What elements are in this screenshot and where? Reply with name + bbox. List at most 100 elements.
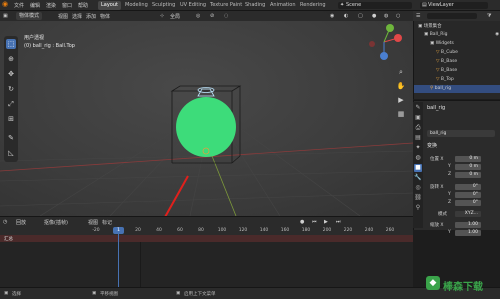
summary-track[interactable]: 汇总 (0, 235, 413, 242)
rotation-x-field[interactable]: 0° (455, 184, 481, 190)
menu-object[interactable]: 物体 (100, 13, 110, 20)
timeline-tick-label: 120 (238, 228, 248, 233)
object-name-text: ball_rig (430, 131, 447, 136)
view-layer-tab-icon[interactable]: ▤ (414, 134, 422, 142)
current-frame-indicator[interactable]: 1 (113, 227, 124, 234)
overlay-icon[interactable]: ◐ (344, 13, 348, 19)
timeline-tick-label: -20 (92, 228, 100, 233)
proportional-edit-icon[interactable]: ◌ (224, 13, 228, 19)
data-tab-icon[interactable]: ⚲ (414, 204, 422, 212)
zoom-icon[interactable]: ⌕ (395, 66, 407, 78)
pan-icon[interactable]: ✋ (395, 80, 407, 92)
move-icon[interactable]: ✥ (6, 69, 16, 79)
timeline-body[interactable]: 汇总 (0, 235, 413, 287)
snap-icon[interactable]: ⊘ (210, 13, 214, 19)
properties-tabs: ✎ ▣ ⎙ ▤ ✦ ◍ ■ 🔧 ◎ ⛓ ⚲ (413, 102, 423, 228)
outliner-row-widgets[interactable]: ▣ Widgets ◉ ▪ (414, 40, 500, 48)
orientation-icon[interactable]: ⊹ (160, 13, 164, 19)
timeline-tick-label: 260 (385, 228, 395, 233)
menu-timeline-view[interactable]: 视图 (88, 219, 98, 226)
editor-type-icon[interactable]: ▣ (3, 13, 8, 19)
scale-y-label: Y (448, 230, 451, 235)
visibility-eye-icon[interactable]: ◉ (495, 31, 499, 39)
mode-selector[interactable]: 物体模式 (16, 12, 43, 20)
outliner-row-b-cube[interactable]: ▽ B_Cube ◉ ▪ (414, 49, 500, 57)
scale-y-field[interactable]: 1.00 (455, 230, 481, 236)
location-x-label: 位置 X (430, 157, 444, 162)
rotate-icon[interactable]: ↻ (6, 84, 16, 94)
shading-material-icon[interactable]: ◍ (384, 13, 388, 19)
outliner-editor-icon[interactable]: ☰ (416, 13, 420, 19)
rotation-mode-select[interactable]: XYZ... (455, 211, 481, 217)
playhead-line[interactable] (118, 227, 119, 287)
view-layer-selector[interactable]: ▤ ViewLayer (420, 2, 488, 9)
scene-tab-icon[interactable]: ✦ (414, 144, 422, 152)
perspective-toggle-icon[interactable]: ▦ (395, 108, 407, 120)
rotation-y-label: Y (448, 192, 451, 197)
location-x-field[interactable]: 0 m (455, 156, 481, 162)
camera-view-icon[interactable]: ▶ (395, 94, 407, 106)
rotation-y-field[interactable]: 0° (455, 192, 481, 198)
pivot-icon[interactable]: ◎ (196, 13, 200, 19)
menu-playback[interactable]: 回放 (16, 219, 26, 226)
play-icon[interactable]: ▶ (324, 219, 328, 225)
timeline-tick-label: 180 (301, 228, 311, 233)
object-name-field[interactable]: ball_rig (427, 130, 495, 137)
shading-solid-icon[interactable]: ● (372, 13, 376, 19)
outliner-header: ☰ ⧩ (413, 11, 500, 21)
tool-tab-icon[interactable]: ✎ (414, 104, 422, 112)
menu-view[interactable]: 视图 (58, 13, 68, 20)
annotate-icon[interactable]: ✎ (6, 133, 16, 143)
menu-marker[interactable]: 标记 (102, 219, 112, 226)
jump-start-icon[interactable]: ⏮ (312, 219, 317, 225)
visibility-icon[interactable]: ◉ (330, 13, 334, 19)
shading-render-icon[interactable]: ○ (396, 13, 400, 19)
measure-icon[interactable]: ◺ (6, 148, 16, 158)
outliner-row-b-base[interactable]: ▽ B_Base ◉ ▪ (414, 58, 500, 66)
timeline-editor-icon[interactable]: ◷ (3, 219, 7, 225)
output-tab-icon[interactable]: ⎙ (414, 124, 422, 132)
modifier-tab-icon[interactable]: 🔧 (414, 174, 422, 182)
menu-select[interactable]: 选择 (72, 13, 82, 20)
physics-tab-icon[interactable]: ◎ (414, 184, 422, 192)
transform-orientation[interactable]: 全局 (170, 13, 180, 20)
world-tab-icon[interactable]: ◍ (414, 154, 422, 162)
timeline-tick-label: 20 (135, 228, 141, 233)
outliner-row-b-top[interactable]: ▽ B_Top ◉ ▪ (414, 76, 500, 84)
constraint-tab-icon[interactable]: ⛓ (414, 194, 422, 202)
filter-icon[interactable]: ⧩ (487, 13, 491, 19)
frame-end-line (140, 242, 141, 287)
menu-add[interactable]: 添加 (86, 13, 96, 20)
jump-end-icon[interactable]: ⏭ (336, 219, 341, 225)
timeline-tick-label: 80 (198, 228, 204, 233)
render-tab-icon[interactable]: ▣ (414, 114, 422, 122)
gizmo-z-axis[interactable] (380, 52, 388, 60)
record-icon[interactable]: ● (300, 219, 304, 225)
outliner-row-ball-rig[interactable]: ⚲ ball_rig ◉ ▪ (414, 85, 500, 93)
object-tab-icon[interactable]: ■ (414, 164, 422, 172)
transform-section-header[interactable]: 变换 (427, 142, 437, 149)
transform-icon[interactable]: ⊞ (6, 114, 16, 124)
select-icon[interactable]: ⬚ (6, 39, 16, 49)
menu-keying[interactable]: 抠像(插帧) (44, 219, 68, 226)
row-label: B_Top (440, 77, 454, 82)
status-context-menu: 启用上下文菜单 (184, 292, 216, 297)
outliner-row-scene-collection[interactable]: ▣ 场景集合 (414, 23, 500, 31)
scale-icon[interactable]: ⤢ (6, 99, 16, 109)
scale-x-field[interactable]: 1.00 (455, 222, 481, 228)
navigation-gizmo[interactable] (364, 22, 404, 62)
gizmo-neg-x-axis[interactable] (369, 41, 375, 47)
tool-shelf: ⬚ ⊕ ✥ ↻ ⤢ ⊞ ✎ ◺ (4, 36, 18, 162)
location-z-field[interactable]: 0 m (455, 172, 481, 178)
row-label: B_Base (440, 59, 458, 64)
xray-icon[interactable]: ▢ (358, 13, 363, 19)
gizmo-x-axis[interactable] (394, 34, 402, 42)
rotation-x-label: 旋转 X (430, 185, 444, 190)
location-y-field[interactable]: 0 m (455, 164, 481, 170)
outliner-row-b-base-2[interactable]: ▽ B_Base ◉ ▪ (414, 67, 500, 75)
cursor-icon[interactable]: ⊕ (6, 54, 16, 64)
gizmo-y-axis[interactable] (386, 24, 394, 32)
outliner-search-input[interactable] (427, 13, 477, 19)
rotation-z-field[interactable]: 0° (455, 200, 481, 206)
outliner-row-ball-rig-collection[interactable]: ▣ Ball_Rig ◉ ▪ (414, 31, 500, 39)
